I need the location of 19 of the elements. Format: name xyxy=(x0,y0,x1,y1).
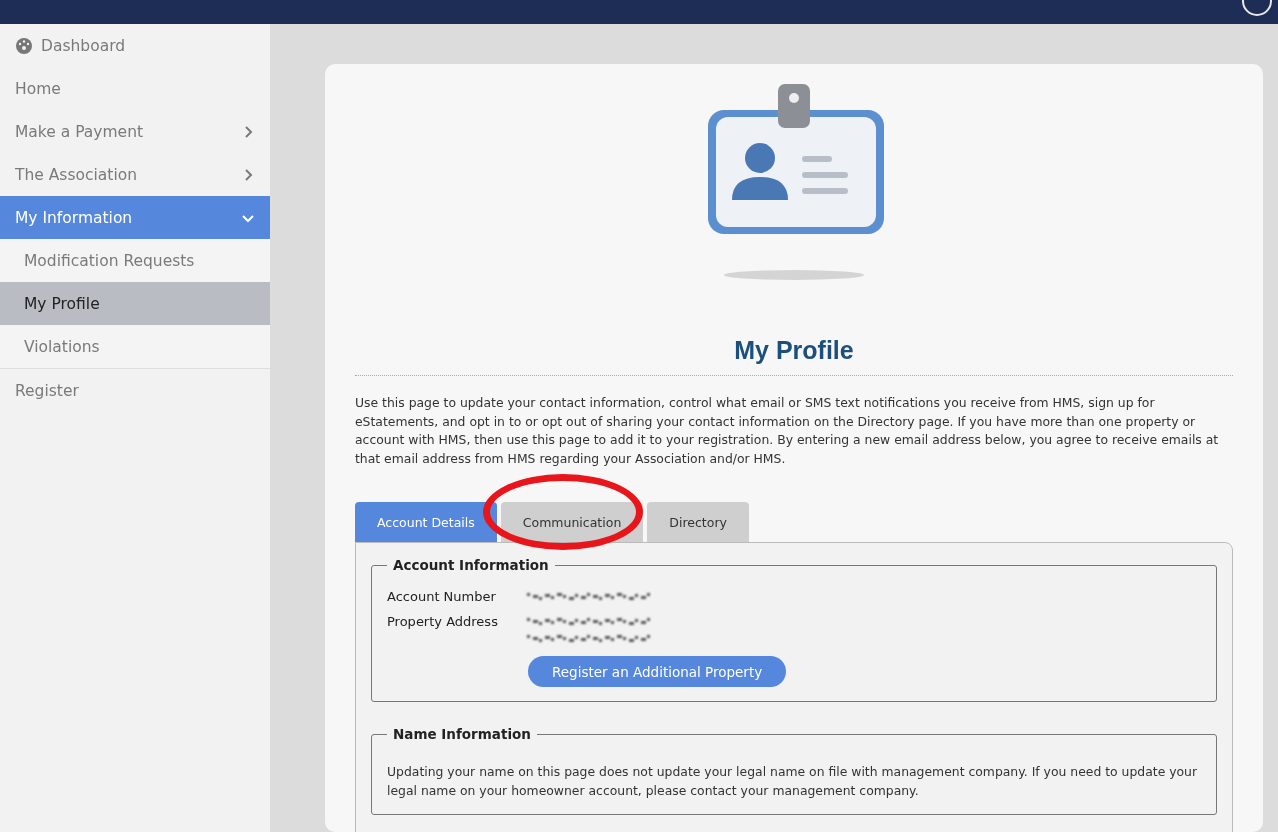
sidebar-item[interactable]: Make a Payment xyxy=(0,110,270,153)
sidebar-item[interactable]: Dashboard xyxy=(0,24,270,67)
dashboard-gauge-icon xyxy=(15,36,33,55)
sidebar-item[interactable]: The Association xyxy=(0,153,270,196)
sidebar-item[interactable]: My Information xyxy=(0,196,270,239)
intro-paragraph: Use this page to update your contact information, control what email or SMS text notifications you receive from HMS, sign up for eStatements, and opt in to or opt out of sharing your contact information on the Directory page. If you have more than one property or account with HMS, then use this page to add it to your registration. By entering a new email address below, you agree to receive emails at that email address from HMS regarding your Association and/or HMS. xyxy=(355,394,1220,468)
sidebar-item[interactable]: Register xyxy=(0,369,270,412)
tab[interactable]: Directory xyxy=(647,502,749,542)
section-legend: Account Information xyxy=(387,557,555,573)
register-property-button[interactable]: Register an Additional Property xyxy=(528,656,787,687)
tab[interactable]: Account Details xyxy=(355,502,497,542)
field-label: Property Address xyxy=(387,614,499,631)
tab[interactable]: Communication xyxy=(500,502,644,542)
name-notice: Updating your name on this page does not update your legal name on file with management company. If you need to update your legal name on your homeowner account, please contact your management company. xyxy=(387,763,1199,800)
section-legend: Name Information xyxy=(387,726,537,742)
page-title: My Profile xyxy=(355,336,1233,376)
sidebar-subitem[interactable]: My Profile xyxy=(0,282,270,325)
sidebar-item[interactable]: Home xyxy=(0,67,270,110)
field-label: Account Number xyxy=(387,589,497,606)
